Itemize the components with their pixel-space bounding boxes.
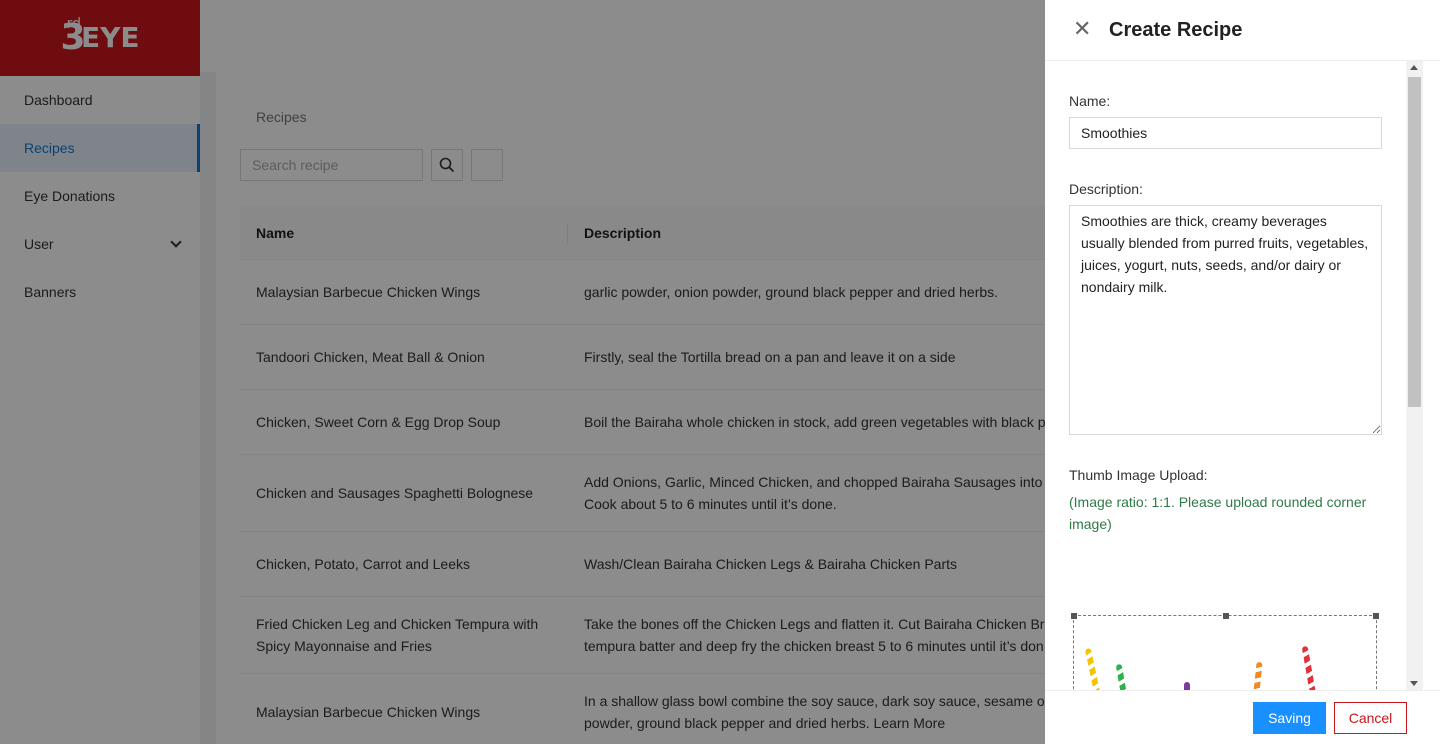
image-preview-straw bbox=[1251, 661, 1263, 690]
drawer-title: Create Recipe bbox=[1109, 18, 1243, 41]
close-icon[interactable]: ✕ bbox=[1073, 19, 1093, 41]
description-label: Description: bbox=[1069, 181, 1143, 197]
cancel-button[interactable]: Cancel bbox=[1334, 701, 1407, 734]
drawer-scrollbar[interactable] bbox=[1406, 61, 1423, 690]
scroll-up-arrow-icon[interactable] bbox=[1410, 65, 1418, 70]
name-field[interactable] bbox=[1069, 117, 1382, 149]
scroll-thumb[interactable] bbox=[1408, 77, 1421, 407]
drawer-header: ✕ Create Recipe bbox=[1045, 0, 1440, 61]
image-preview-straw bbox=[1084, 647, 1102, 690]
thumb-upload-label: Thumb Image Upload: bbox=[1069, 467, 1208, 483]
description-field[interactable]: Smoothies are thick, creamy beverages us… bbox=[1069, 205, 1382, 435]
image-preview-straw bbox=[1184, 682, 1190, 690]
drawer-footer: Saving Cancel bbox=[1045, 690, 1440, 744]
create-recipe-drawer: ✕ Create Recipe Name: Description: Smoot… bbox=[1045, 0, 1440, 744]
thumb-upload-hint: (Image ratio: 1:1. Please upload rounded… bbox=[1069, 494, 1367, 532]
image-crop-box[interactable] bbox=[1071, 613, 1379, 690]
drawer-body: Name: Description: Smoothies are thick, … bbox=[1045, 61, 1423, 690]
crop-handle[interactable] bbox=[1373, 613, 1379, 619]
crop-handle[interactable] bbox=[1223, 613, 1229, 619]
image-preview-straw bbox=[1115, 663, 1131, 690]
image-preview-straw bbox=[1301, 645, 1317, 690]
name-label: Name: bbox=[1069, 93, 1111, 109]
save-button[interactable]: Saving bbox=[1253, 701, 1326, 734]
crop-handle[interactable] bbox=[1071, 613, 1077, 619]
scroll-down-arrow-icon[interactable] bbox=[1410, 681, 1418, 686]
